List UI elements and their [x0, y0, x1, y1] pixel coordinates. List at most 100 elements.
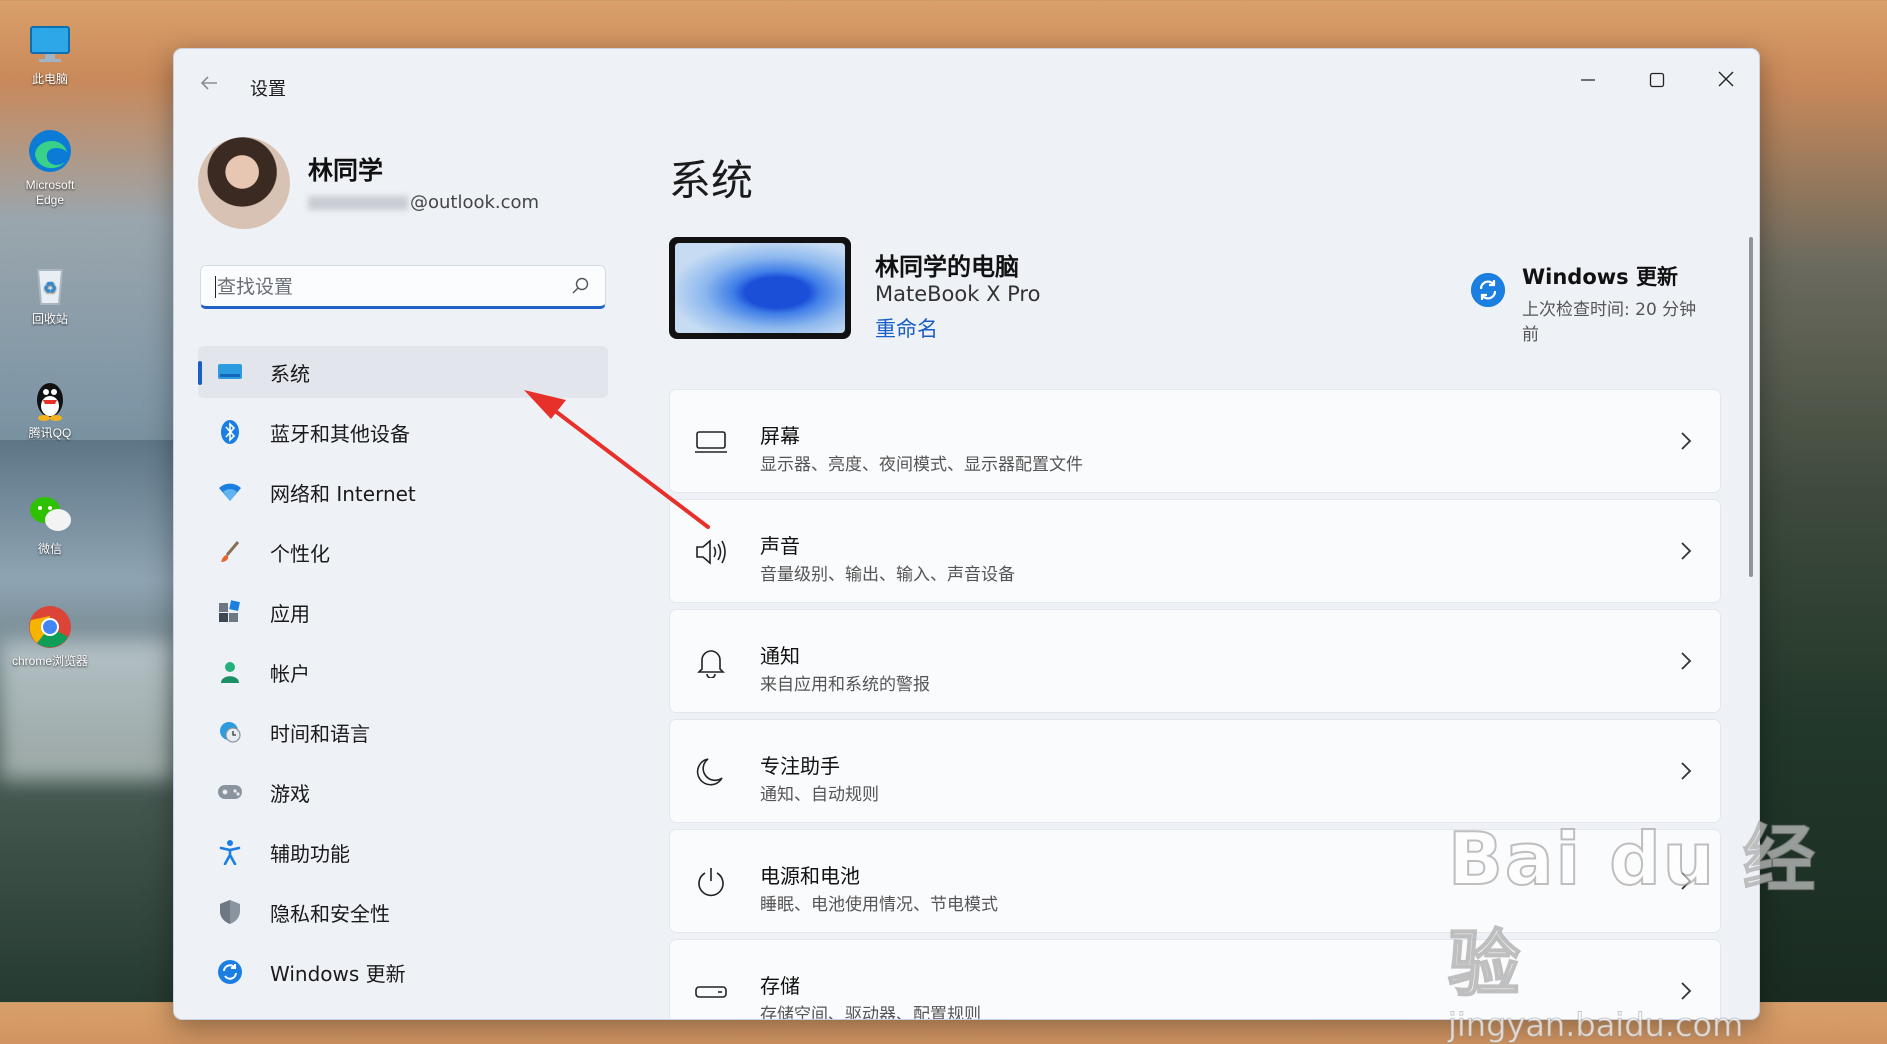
sidebar-item-personalization[interactable]: 个性化: [198, 526, 608, 578]
desktop-icon-label: 腾讯QQ: [28, 426, 72, 440]
search-icon[interactable]: [571, 276, 591, 296]
device-info-card: 林同学的电脑 MateBook X Pro 重命名 Windows 更新 上次检…: [669, 237, 1699, 345]
setting-subtitle: 音量级别、输出、输入、声音设备: [760, 565, 1015, 585]
scrollbar-thumb[interactable]: [1749, 237, 1753, 577]
active-indicator: [198, 361, 202, 385]
user-name: 林同学: [308, 156, 384, 185]
sidebar-item-network[interactable]: 网络和 Internet: [198, 466, 608, 518]
back-button[interactable]: [194, 71, 224, 95]
desktop-icon-label: chrome浏览器: [11, 654, 88, 668]
sidebar-item-system[interactable]: 系统: [198, 346, 608, 398]
sidebar-item-label: 系统: [270, 361, 310, 386]
power-icon: [698, 868, 724, 897]
chevron-right-icon: [1681, 542, 1692, 560]
sidebar-item-apps[interactable]: 应用: [198, 586, 608, 638]
setting-title: 存储: [760, 974, 800, 998]
setting-notifications[interactable]: 通知 来自应用和系统的警报: [669, 609, 1721, 713]
sidebar-item-gaming[interactable]: 游戏: [198, 766, 608, 818]
speaker-icon: [696, 539, 726, 565]
search-box[interactable]: [200, 265, 606, 309]
setting-sound[interactable]: 声音 音量级别、输出、输入、声音设备: [669, 499, 1721, 603]
sidebar-item-label: 帐户: [270, 661, 310, 686]
page-title: 系统: [669, 156, 754, 205]
title-bar: 设置: [174, 49, 1759, 101]
desktop-icon-label: 回收站: [31, 312, 68, 326]
storage-icon: [695, 986, 727, 998]
computer-icon: [27, 22, 73, 68]
brush-icon: [216, 538, 244, 566]
svg-text:♻: ♻: [43, 278, 57, 297]
windows-update-last-checked: 上次检查时间: 20 分钟前: [1522, 300, 1697, 345]
avatar: [198, 137, 290, 229]
watermark-url: jingyan.baidu.com: [1448, 1006, 1744, 1044]
user-email: @outlook.com: [308, 192, 539, 213]
device-thumbnail: [669, 237, 851, 339]
setting-subtitle: 显示器、亮度、夜间模式、显示器配置文件: [760, 455, 1083, 475]
desktop-icon-label: Microsoft Edge: [25, 178, 75, 207]
search-input[interactable]: [215, 272, 559, 302]
sidebar-item-privacy[interactable]: 隐私和安全性: [198, 886, 608, 938]
setting-subtitle: 通知、自动规则: [760, 785, 879, 805]
sidebar-item-label: 蓝牙和其他设备: [270, 421, 410, 446]
minimize-icon: [1581, 79, 1595, 81]
redacted-email-part: [308, 196, 408, 210]
desktop-icon-edge[interactable]: Microsoft Edge: [10, 128, 90, 208]
sidebar-item-time-language[interactable]: 时间和语言: [198, 706, 608, 758]
setting-title: 专注助手: [760, 754, 840, 778]
sidebar-item-bluetooth[interactable]: 蓝牙和其他设备: [198, 406, 608, 458]
email-suffix: @outlook.com: [410, 192, 540, 213]
user-profile[interactable]: 林同学 @outlook.com: [198, 137, 618, 232]
device-model: MateBook X Pro: [875, 282, 1041, 306]
arrow-left-icon: [200, 76, 217, 90]
close-button[interactable]: [1696, 61, 1756, 101]
apps-icon: [216, 598, 244, 626]
windows-update-status-icon[interactable]: [1471, 273, 1505, 307]
chrome-icon: [27, 604, 73, 650]
rename-link[interactable]: 重命名: [875, 313, 938, 343]
desktop-icon-chrome[interactable]: chrome浏览器: [10, 604, 90, 669]
chevron-right-icon: [1681, 652, 1692, 670]
desktop-icon-recycle-bin[interactable]: ♻ 回收站: [10, 262, 90, 327]
monitor-icon: [216, 358, 244, 386]
sidebar-nav: 系统 蓝牙和其他设备 网络和 Internet 个性化 应用 帐户 时间和语言: [198, 346, 608, 1006]
setting-title: 声音: [760, 534, 800, 558]
update-icon: [216, 958, 244, 986]
accessibility-icon: [216, 838, 244, 866]
setting-subtitle: 来自应用和系统的警报: [760, 675, 930, 695]
setting-subtitle: 睡眠、电池使用情况、节电模式: [760, 895, 998, 915]
setting-title: 屏幕: [760, 424, 800, 448]
sidebar-item-label: 应用: [270, 601, 310, 626]
baidu-jingyan-watermark: Bai du 经验 jingyan.baidu.com: [1447, 800, 1887, 1044]
watermark-logo-text: Bai du 经验: [1447, 816, 1818, 1007]
maximize-button[interactable]: [1627, 61, 1687, 101]
display-icon: [695, 431, 727, 453]
desktop-icon-qq[interactable]: 腾讯QQ: [10, 376, 90, 441]
desktop-icon-wechat[interactable]: 微信: [10, 492, 90, 557]
sidebar-item-label: 隐私和安全性: [270, 901, 390, 926]
edge-icon: [27, 128, 73, 174]
recycle-bin-icon: ♻: [27, 262, 73, 308]
chevron-right-icon: [1681, 762, 1692, 780]
windows-update-title[interactable]: Windows 更新: [1522, 261, 1678, 291]
sidebar-item-label: 网络和 Internet: [270, 481, 416, 506]
bluetooth-icon: [216, 418, 244, 446]
setting-display[interactable]: 屏幕 显示器、亮度、夜间模式、显示器配置文件: [669, 389, 1721, 493]
shield-icon: [216, 898, 244, 926]
close-icon: [1718, 71, 1734, 87]
setting-title: 通知: [760, 644, 800, 668]
sidebar-item-accounts[interactable]: 帐户: [198, 646, 608, 698]
desktop-icon-this-pc[interactable]: 此电脑: [10, 22, 90, 87]
sidebar-item-label: 辅助功能: [270, 841, 350, 866]
maximize-icon: [1649, 72, 1665, 88]
minimize-button[interactable]: [1558, 61, 1618, 101]
setting-title: 电源和电池: [760, 864, 860, 888]
moon-icon: [696, 758, 723, 786]
gamepad-icon: [216, 778, 244, 806]
globe-clock-icon: [216, 718, 244, 746]
sidebar-item-windows-update[interactable]: Windows 更新: [198, 946, 608, 998]
sidebar-item-accessibility[interactable]: 辅助功能: [198, 826, 608, 878]
sidebar-item-label: 游戏: [270, 781, 310, 806]
person-icon: [216, 658, 244, 686]
chevron-right-icon: [1681, 432, 1692, 450]
windows-wallpaper-thumbnail: [675, 243, 845, 333]
